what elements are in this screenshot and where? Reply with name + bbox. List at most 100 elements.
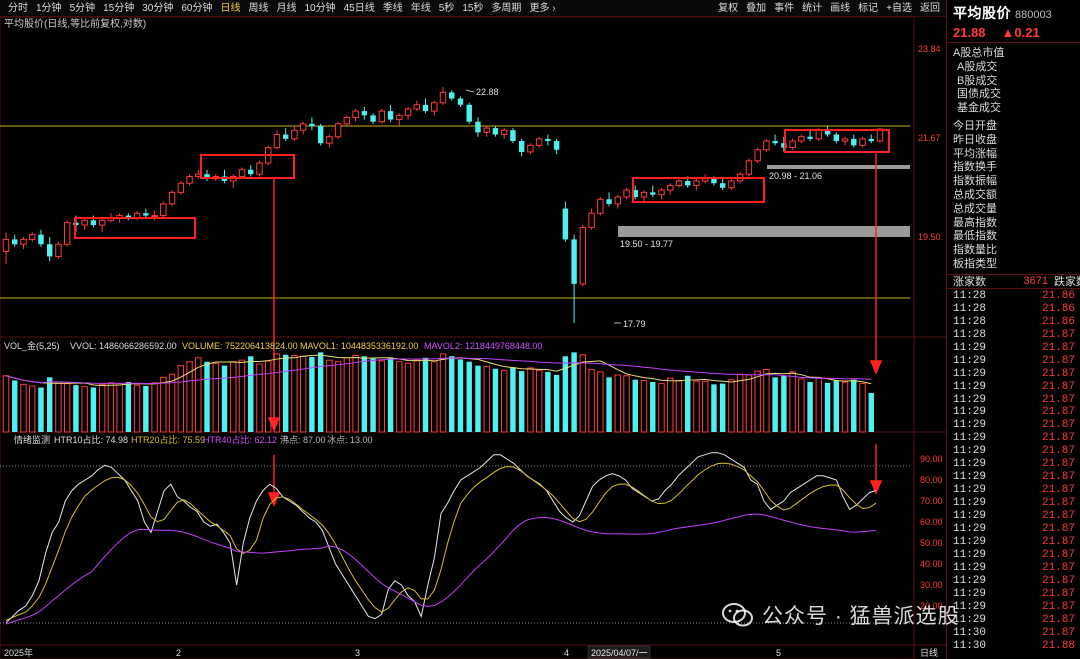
index-name: 平均股价 bbox=[953, 5, 1011, 21]
volume-bar bbox=[334, 361, 342, 433]
kline-chart[interactable]: 23.84 21.67 19.50 22.88 17.79 19.50 - 19… bbox=[0, 0, 946, 659]
volume-bar bbox=[431, 361, 438, 433]
arrow-group bbox=[267, 152, 883, 507]
field-label: 指数量比 bbox=[953, 244, 997, 257]
price-axis-label: 19.50 bbox=[918, 232, 941, 242]
candle-body bbox=[90, 220, 97, 226]
sentiment-series bbox=[5, 452, 877, 625]
candle-body bbox=[387, 111, 394, 120]
candle-body bbox=[98, 219, 106, 226]
candle-body bbox=[859, 138, 866, 146]
quote-sidebar: 平均股价 880003 21.88 ▲0.21 A股总市值 A股成交 B股成交 国债成… bbox=[946, 0, 1080, 659]
tick-row: 11:29 21.87 bbox=[947, 536, 1080, 549]
tick-row: 11:29 21.87 bbox=[947, 445, 1080, 458]
volume-legend-vvol: VVOL: 1486066286592.00 bbox=[70, 341, 177, 351]
candle-body bbox=[711, 178, 717, 184]
candle-body bbox=[789, 140, 796, 149]
candle-body bbox=[352, 110, 359, 118]
sentiment-legend-htr20: HTR20占比: 75.59 bbox=[131, 434, 205, 445]
tick-time: 11:29 bbox=[953, 484, 987, 497]
candle-body bbox=[431, 102, 438, 112]
candle-body bbox=[518, 141, 525, 152]
candle-body bbox=[439, 91, 447, 104]
volume-bar bbox=[151, 382, 158, 433]
sentiment-legend-htr40: HTR40占比: 62.12 bbox=[203, 434, 277, 445]
tick-price: 21.87 bbox=[1041, 380, 1075, 393]
candle-body bbox=[334, 123, 342, 138]
tick-row: 11:28 21.87 bbox=[947, 329, 1080, 342]
field-label: 总成交量 bbox=[953, 202, 997, 215]
volume-bar bbox=[736, 373, 744, 433]
sentiment-legend-freeze: 冰点: 13.00 bbox=[327, 434, 373, 445]
candle-body bbox=[370, 115, 376, 122]
volume-bar bbox=[824, 382, 831, 432]
wechat-icon bbox=[722, 603, 753, 627]
volume-bar bbox=[466, 361, 472, 432]
candle-body bbox=[12, 239, 18, 245]
candle-body bbox=[571, 239, 577, 284]
tick-time: 11:29 bbox=[953, 510, 987, 523]
field-label: 板指类型 bbox=[953, 257, 997, 270]
date-axis-label: 2 bbox=[176, 648, 181, 658]
volume-bar bbox=[527, 367, 534, 433]
tick-time: 11:28 bbox=[953, 315, 987, 328]
price-row: 21.88 ▲0.21 bbox=[947, 22, 1080, 42]
candle-body bbox=[63, 222, 71, 245]
tick-row: 11:29 21.87 bbox=[947, 562, 1080, 575]
tick-time: 11:29 bbox=[953, 406, 987, 419]
candle-body bbox=[457, 98, 464, 105]
candle-body bbox=[685, 180, 691, 186]
candle-body bbox=[675, 180, 683, 187]
period-label: 日线 bbox=[920, 647, 938, 658]
tick-price: 21.87 bbox=[1041, 613, 1075, 626]
crosshair-date: 2025/04/07/一 bbox=[591, 648, 648, 658]
zone-bar-high bbox=[767, 165, 910, 169]
low-annotation: 17.79 bbox=[623, 319, 646, 329]
tick-price: 21.87 bbox=[1041, 419, 1075, 432]
tick-time: 11:28 bbox=[953, 302, 987, 315]
candle-body bbox=[291, 129, 298, 140]
field-label: 今日开盘 bbox=[953, 119, 997, 132]
candle-body bbox=[492, 128, 499, 135]
volume-bar bbox=[483, 365, 490, 433]
field-label: 最低指数 bbox=[953, 230, 997, 243]
tick-list[interactable]: 11:28 21.86 11:28 21.86 11:28 21.86 11:28 21.87… bbox=[947, 289, 1080, 653]
field-label: B股成交 bbox=[957, 74, 998, 87]
volume-bar bbox=[632, 379, 638, 432]
volume-bar bbox=[815, 377, 823, 433]
tick-price: 21.87 bbox=[1041, 626, 1075, 639]
volume-bar bbox=[46, 377, 53, 432]
volume-bar bbox=[422, 357, 429, 432]
candle-body bbox=[378, 110, 386, 123]
tick-price: 21.87 bbox=[1041, 562, 1075, 575]
candle-body bbox=[667, 185, 674, 191]
candle-body bbox=[640, 191, 648, 198]
candle-body bbox=[46, 244, 53, 257]
candle-body bbox=[815, 129, 823, 140]
volume-bar bbox=[248, 356, 254, 432]
arrow-head bbox=[869, 360, 883, 375]
volume-bar bbox=[204, 361, 210, 432]
volume-bar bbox=[640, 379, 648, 433]
volume-bar bbox=[343, 357, 351, 433]
candle-body bbox=[754, 149, 761, 162]
consolidation-box bbox=[200, 154, 295, 179]
volume-bar bbox=[449, 356, 455, 432]
volume-bar bbox=[701, 380, 709, 433]
tick-price: 21.87 bbox=[1041, 536, 1075, 549]
field-label: 最高指数 bbox=[953, 216, 997, 229]
tick-price: 21.87 bbox=[1041, 484, 1075, 497]
volume-bar bbox=[143, 385, 149, 432]
candle-body bbox=[177, 182, 185, 193]
candle-body bbox=[745, 160, 753, 175]
volume-bar bbox=[833, 380, 840, 432]
volume-bar bbox=[606, 377, 612, 432]
tick-row: 11:29 21.87 bbox=[947, 406, 1080, 419]
candle-body bbox=[833, 134, 840, 142]
field-label: 基金成交 bbox=[957, 102, 1001, 115]
current-price: 21.88 bbox=[953, 24, 986, 40]
date-axis-label: 3 bbox=[355, 648, 360, 658]
volume-series bbox=[2, 352, 874, 433]
volume-bar bbox=[12, 380, 18, 432]
field-label: 国债成交 bbox=[957, 88, 1001, 101]
